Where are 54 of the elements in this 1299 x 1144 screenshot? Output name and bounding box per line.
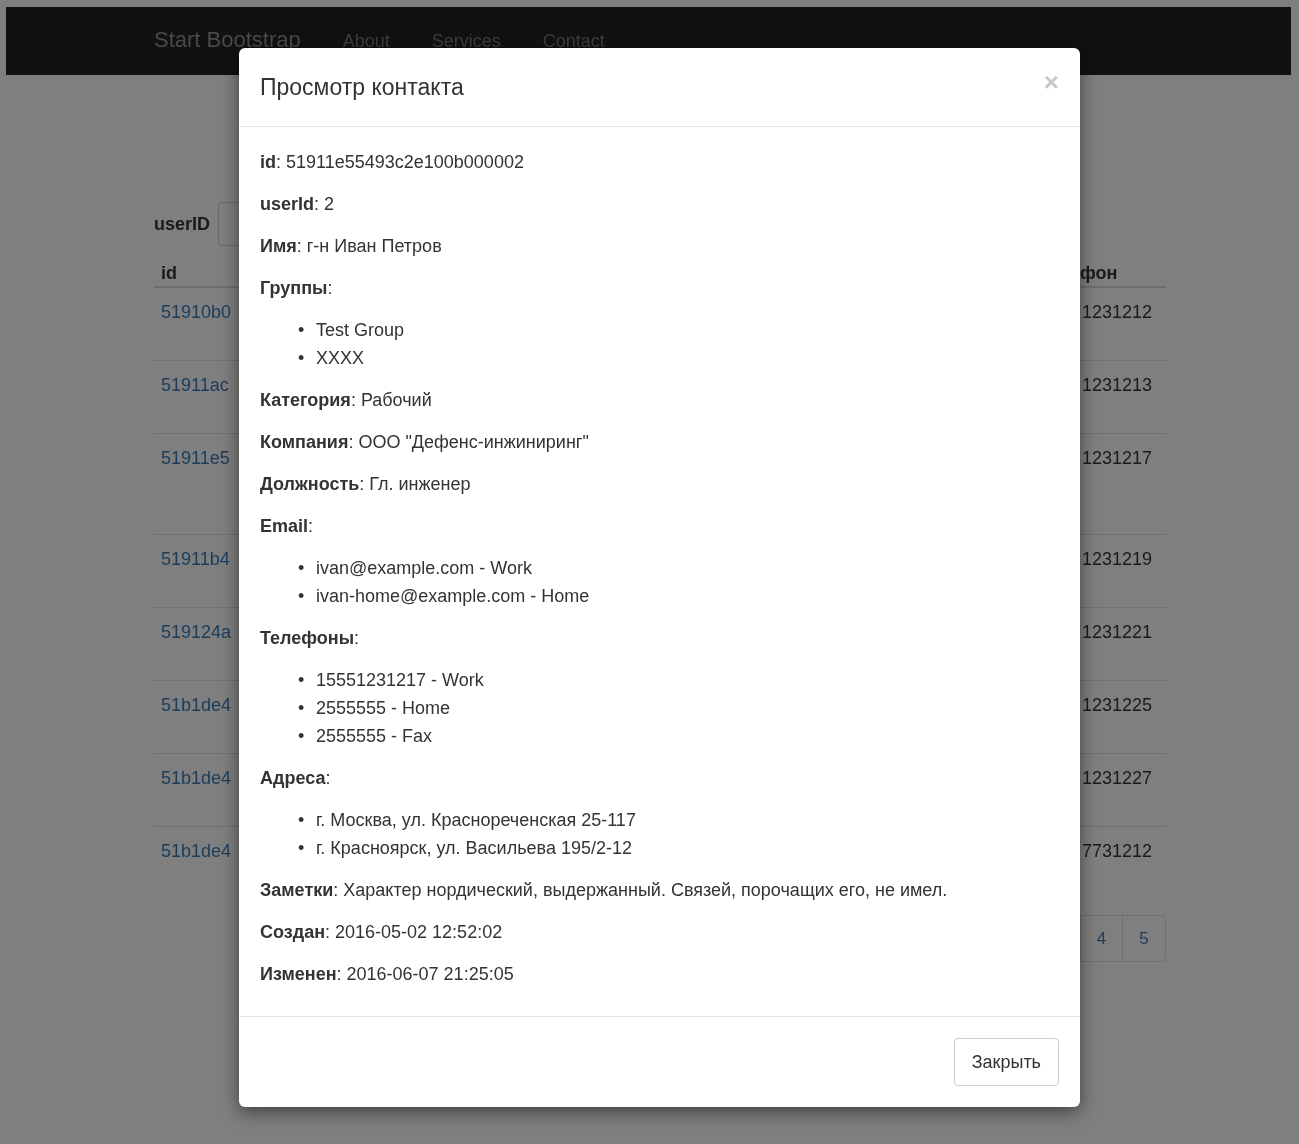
field-line: Изменен: 2016-06-07 21:25:05 bbox=[260, 963, 515, 986]
field-label: Адреса: bbox=[260, 767, 332, 790]
modal-title: Просмотр контакта bbox=[260, 73, 464, 102]
table-cell: 1231213 bbox=[1082, 375, 1153, 395]
field-line: Компания: ООО "Дефенс-инжиниринг" bbox=[260, 431, 590, 454]
list-item: 2555555 - Fax bbox=[316, 725, 433, 748]
id-link[interactable]: 519124a bbox=[161, 622, 232, 642]
table-cell: 1231221 bbox=[1082, 622, 1153, 642]
table-cell: 1231219 bbox=[1082, 549, 1153, 569]
table-cell: 7731212 bbox=[1082, 841, 1153, 861]
table-cell: 1231212 bbox=[1082, 302, 1153, 322]
id-link[interactable]: 51b1de4 bbox=[161, 768, 232, 788]
list-item: ivan-home@example.com - Home bbox=[316, 585, 590, 608]
bullet: • bbox=[298, 319, 306, 342]
id-link[interactable]: 51910b0 bbox=[161, 302, 232, 322]
field-line: Должность: Гл. инженер bbox=[260, 473, 472, 496]
page-link[interactable]: 4 bbox=[1080, 915, 1124, 962]
field-line: Категория: Рабочий bbox=[260, 389, 433, 412]
id-link[interactable]: 51b1de4 bbox=[161, 841, 232, 861]
list-item: Test Group bbox=[316, 319, 405, 342]
bullet: • bbox=[298, 809, 306, 832]
id-link[interactable]: 51b1de4 bbox=[161, 695, 232, 715]
field-line: id: 51911e55493c2e100b000002 bbox=[260, 151, 525, 174]
bullet: • bbox=[298, 669, 306, 692]
bullet: • bbox=[298, 347, 306, 370]
field-label: Группы: bbox=[260, 277, 334, 300]
bullet: • bbox=[298, 837, 306, 860]
brand-link[interactable]: Start Bootstrap bbox=[154, 27, 301, 53]
list-item: XXXX bbox=[316, 347, 365, 370]
field-label: Телефоны: bbox=[260, 627, 361, 650]
bullet: • bbox=[298, 725, 306, 748]
bullet: • bbox=[298, 557, 306, 580]
list-item: 2555555 - Home bbox=[316, 697, 451, 720]
field-label: Email: bbox=[260, 515, 315, 538]
table-cell: 1231217 bbox=[1082, 448, 1153, 468]
table-cell: 1231225 bbox=[1082, 695, 1153, 715]
bullet: • bbox=[298, 585, 306, 608]
table-cell: 1231227 bbox=[1082, 768, 1153, 788]
list-item: 15551231217 - Work bbox=[316, 669, 484, 692]
close-modal-button[interactable]: Закрыть bbox=[953, 1038, 1059, 1086]
filter-label: userID bbox=[154, 213, 211, 235]
bullet: • bbox=[298, 697, 306, 720]
id-link[interactable]: 51911b4 bbox=[161, 549, 230, 569]
field-line: Заметки: Характер нордический, выдержанный. Связей, порочащих его, не имел. bbox=[260, 879, 949, 902]
list-item: г. Красноярск, ул. Васильева 195/2-12 bbox=[316, 837, 632, 860]
page-link[interactable]: 5 bbox=[1123, 915, 1166, 962]
id-link[interactable]: 51911e5 bbox=[161, 448, 230, 468]
field-line: Имя: г-н Иван Петров bbox=[260, 235, 443, 258]
field-line: userId: 2 bbox=[260, 193, 336, 216]
list-item: г. Москва, ул. Краснореченская 25-117 bbox=[316, 809, 636, 832]
id-link[interactable]: 51911ac bbox=[161, 375, 229, 395]
list-item: ivan@example.com - Work bbox=[316, 557, 532, 580]
close-button[interactable]: × bbox=[1043, 72, 1059, 92]
field-line: Создан: 2016-05-02 12:52:02 bbox=[260, 921, 504, 944]
